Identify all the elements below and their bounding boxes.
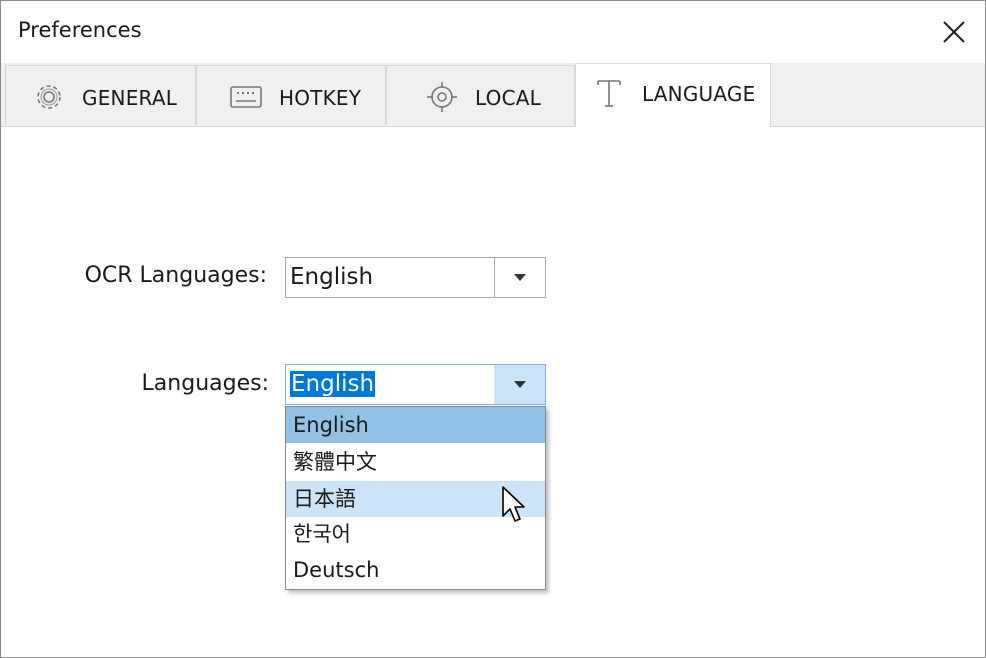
languages-dropdown-button[interactable] [494, 365, 545, 404]
close-button[interactable] [931, 9, 977, 55]
ocr-languages-value: English [290, 264, 374, 290]
tab-general[interactable]: GENERAL [5, 65, 196, 125]
languages-option-german[interactable]: Deutsch [286, 552, 545, 588]
ocr-languages-dropdown-button[interactable] [494, 258, 545, 297]
tab-language-label: LANGUAGE [642, 82, 756, 106]
languages-option-traditional-chinese[interactable]: 繁體中文 [286, 444, 545, 480]
mouse-pointer-icon [502, 486, 525, 522]
ocr-languages-select[interactable]: English [285, 257, 546, 298]
gear-icon [37, 85, 61, 109]
ocr-languages-label: OCR Languages: [84, 263, 267, 288]
tab-hotkey-label: HOTKEY [279, 86, 362, 110]
languages-label: Languages: [141, 371, 269, 396]
text-t-icon [597, 80, 621, 107]
tab-hotkey[interactable]: HOTKEY [196, 65, 386, 125]
tab-local-label: LOCAL [475, 86, 541, 110]
languages-option-english[interactable]: English [286, 407, 545, 443]
preferences-window: Preferences GENERAL HOTKEY LOCAL LANGUAG… [0, 0, 986, 658]
chevron-down-icon [514, 274, 526, 281]
tab-language[interactable]: LANGUAGE [575, 63, 771, 127]
keyboard-icon [230, 86, 262, 108]
languages-select[interactable]: English [285, 364, 546, 405]
close-icon [943, 21, 965, 43]
chevron-down-icon [514, 381, 526, 388]
title-bar: Preferences [1, 1, 985, 63]
tab-bar: GENERAL HOTKEY LOCAL LANGUAGE [1, 63, 985, 127]
target-icon [427, 82, 457, 112]
languages-value: English [290, 371, 376, 397]
window-title: Preferences [18, 18, 142, 42]
tab-local[interactable]: LOCAL [386, 65, 575, 125]
tab-general-label: GENERAL [82, 86, 178, 110]
